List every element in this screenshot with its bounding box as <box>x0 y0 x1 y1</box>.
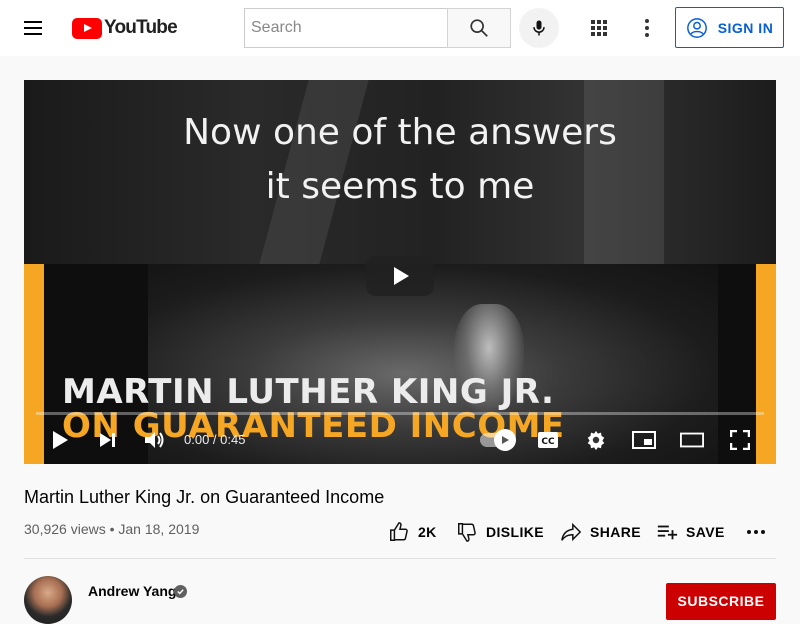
video-title: Martin Luther King Jr. on Guaranteed Inc… <box>24 487 385 507</box>
save-icon <box>657 525 678 540</box>
caption-line-2: it seems to me <box>265 166 535 207</box>
verified-icon <box>174 585 187 598</box>
more-actions-button[interactable] <box>746 516 766 548</box>
player-controls: 0:00 / 0:45 CC <box>24 420 776 460</box>
apps-button[interactable] <box>587 16 611 40</box>
search-input[interactable] <box>245 9 448 47</box>
theater-mode-button[interactable] <box>680 428 704 452</box>
fullscreen-button[interactable] <box>728 428 752 452</box>
mic-icon <box>533 20 545 36</box>
subscribe-button[interactable]: SUBSCRIBE <box>666 583 776 620</box>
dislike-label: DISLIKE <box>486 524 545 540</box>
settings-icon <box>587 430 605 451</box>
svg-text:CC: CC <box>541 437 555 447</box>
view-count-and-date: 30,926 views • Jan 18, 2019 <box>24 521 200 537</box>
dislike-icon <box>458 523 476 542</box>
caption-line-1: Now one of the answers <box>183 112 617 153</box>
fullscreen-icon <box>730 430 750 450</box>
next-button[interactable] <box>96 428 120 452</box>
time-display: 0:00 / 0:45 <box>184 432 246 447</box>
video-frame-top: Now one of the answers it seems to me <box>24 80 776 264</box>
more-horiz-icon <box>747 530 765 534</box>
mute-button[interactable] <box>143 428 167 452</box>
divider <box>24 558 776 559</box>
account-icon <box>686 17 707 38</box>
voice-search-button[interactable] <box>519 8 559 48</box>
channel-name[interactable]: Andrew Yang <box>88 583 176 599</box>
captions-button[interactable]: CC <box>536 428 560 452</box>
youtube-logo[interactable]: YouTube <box>72 17 178 39</box>
progress-bar[interactable] <box>36 412 764 415</box>
cc-icon: CC <box>538 432 558 448</box>
masthead: YouTube SIGN IN <box>0 0 800 56</box>
search-icon <box>470 19 488 37</box>
save-label: SAVE <box>686 524 725 540</box>
menu-icon[interactable] <box>24 16 48 40</box>
miniplayer-button[interactable] <box>632 428 656 452</box>
play-icon <box>53 431 68 449</box>
play-button[interactable] <box>48 428 72 452</box>
settings-menu-button[interactable] <box>635 16 659 40</box>
volume-icon <box>145 432 164 448</box>
settings-button[interactable] <box>584 428 608 452</box>
miniplayer-icon <box>632 431 656 449</box>
next-icon <box>100 433 115 447</box>
sign-in-button[interactable]: SIGN IN <box>675 7 784 48</box>
like-button[interactable]: 2K <box>388 516 437 548</box>
like-icon <box>390 522 408 541</box>
theater-icon <box>680 432 704 448</box>
save-button[interactable]: SAVE <box>656 516 725 548</box>
channel-avatar[interactable] <box>24 576 72 624</box>
dislike-button[interactable]: DISLIKE <box>456 516 544 548</box>
share-button[interactable]: SHARE <box>560 516 641 548</box>
share-label: SHARE <box>590 524 642 540</box>
large-play-button[interactable] <box>366 256 434 296</box>
logo-wordmark: YouTube <box>104 17 178 38</box>
video-player[interactable]: Now one of the answers it seems to me MA… <box>24 80 776 464</box>
autoplay-play-icon <box>502 436 509 444</box>
autoplay-toggle[interactable] <box>480 429 516 451</box>
search-button[interactable] <box>447 8 511 48</box>
search-field-wrapper <box>244 8 448 48</box>
share-icon <box>561 522 582 542</box>
more-vert-icon <box>645 19 649 37</box>
apps-icon <box>591 20 607 36</box>
sign-in-label: SIGN IN <box>717 19 774 36</box>
youtube-play-logo-icon <box>72 17 102 39</box>
like-count: 2K <box>418 524 437 540</box>
